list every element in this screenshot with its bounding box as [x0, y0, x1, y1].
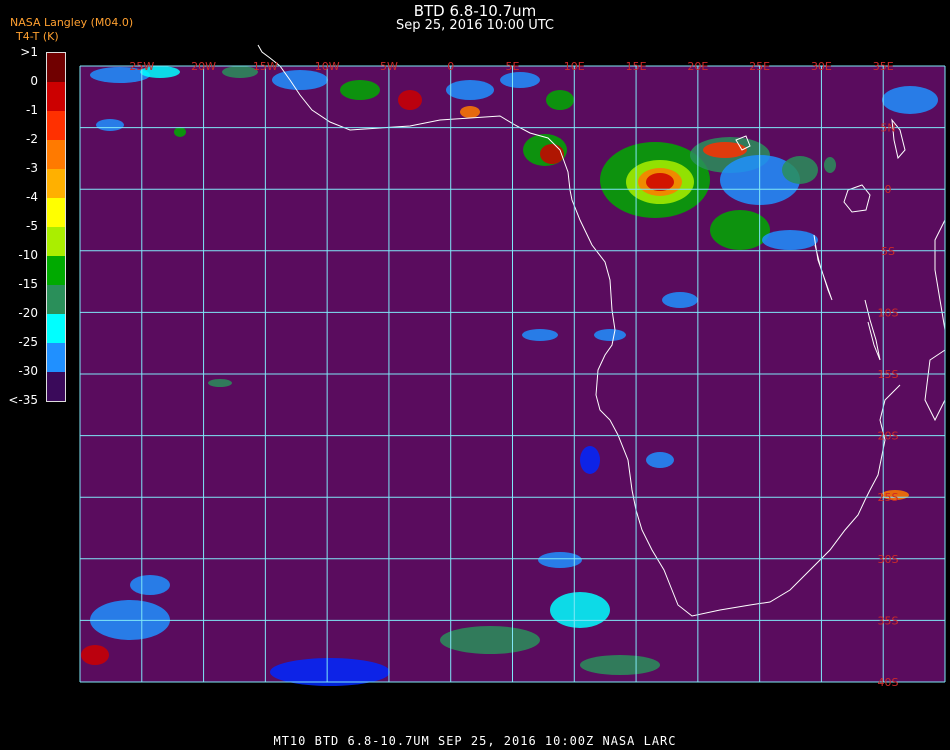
longitude-label: 15E [626, 60, 647, 73]
cloud-patch [522, 329, 558, 341]
latitude-label: 0 [885, 183, 892, 196]
latitude-label: 15S [878, 368, 899, 381]
cloud-patch [460, 106, 480, 118]
longitude-label: 20E [687, 60, 708, 73]
latitude-label: 10S [878, 306, 899, 319]
cloud-patch [174, 127, 186, 137]
longitude-label: 0 [447, 60, 454, 73]
cloud-patch [824, 157, 836, 173]
cloud-patch [538, 552, 582, 568]
longitude-label: 25E [749, 60, 770, 73]
longitude-label: 15W [253, 60, 278, 73]
longitude-label: 35E [873, 60, 894, 73]
longitude-label: 10E [564, 60, 585, 73]
cloud-patch [646, 452, 674, 468]
latitude-label: 5S [881, 245, 895, 258]
cloud-patch [710, 210, 770, 250]
latitude-label: 20S [878, 430, 899, 443]
longitude-label: 5E [506, 60, 520, 73]
cloud-patch [440, 626, 540, 654]
longitude-label: 10W [315, 60, 340, 73]
cloud-patch [208, 379, 232, 387]
cloud-patch [580, 446, 600, 474]
cloud-patch [96, 119, 124, 131]
latitude-label: 5N [880, 122, 895, 135]
cloud-patch [446, 80, 494, 100]
cloud-patch [340, 80, 380, 100]
longitude-label: 5W [380, 60, 398, 73]
cloud-patch [272, 70, 328, 90]
longitude-label: 20W [191, 60, 216, 73]
longitude-label: 30E [811, 60, 832, 73]
latitude-label: 30S [878, 553, 899, 566]
cloud-patch [703, 142, 747, 158]
cloud-patch [662, 292, 698, 308]
latitude-label: 25S [878, 491, 899, 504]
latitude-label: 40S [878, 676, 899, 689]
cloud-patch [762, 230, 818, 250]
cloud-patch [81, 645, 109, 665]
satellite-map: 25W 20W 15W 10W 5W 0 5E 10E 15E 20E 25E 30E 35E 5N 0 5S… [79, 44, 946, 689]
longitude-label: 25W [129, 60, 154, 73]
cloud-patch [130, 575, 170, 595]
cloud-patch [882, 86, 938, 114]
cloud-patch [540, 144, 564, 164]
latitude-label: 35S [878, 614, 899, 627]
footer-caption: MT10 BTD 6.8-10.7UM SEP 25, 2016 10:00Z … [273, 734, 677, 748]
cloud-patch [594, 329, 626, 341]
cloud-patch [646, 173, 674, 191]
cloud-patch [782, 156, 818, 184]
cloud-patch [580, 655, 660, 675]
cloud-patch [550, 592, 610, 628]
cloud-patch [500, 72, 540, 88]
cloud-patch [398, 90, 422, 110]
cloud-patch [546, 90, 574, 110]
